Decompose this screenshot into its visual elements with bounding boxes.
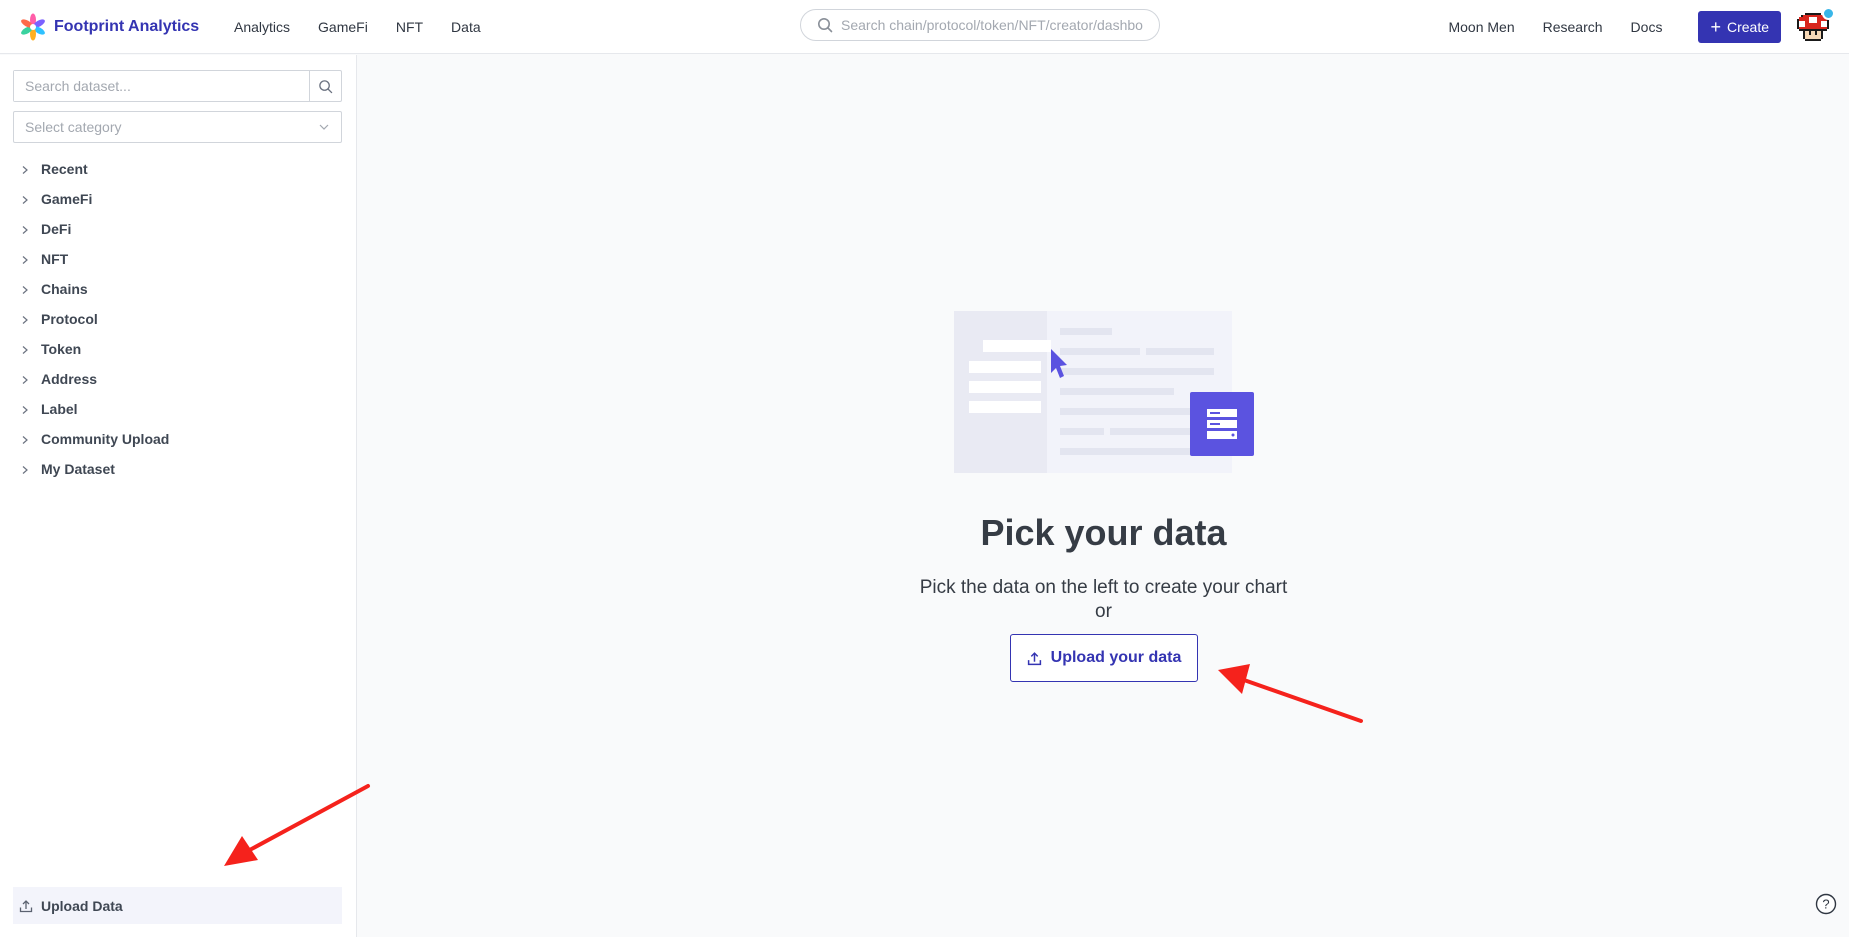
- right-nav: Moon Men Research Docs + Create: [1448, 0, 1849, 54]
- create-button[interactable]: + Create: [1698, 11, 1781, 43]
- search-icon: [818, 18, 833, 33]
- tree-item-token[interactable]: Token: [0, 334, 357, 364]
- tree-item-label: Chains: [41, 281, 88, 297]
- tree-item-address[interactable]: Address: [0, 364, 357, 394]
- chevron-right-icon: [22, 226, 28, 234]
- upload-icon: [1027, 651, 1041, 665]
- tree-item-protocol[interactable]: Protocol: [0, 304, 357, 334]
- nav-docs[interactable]: Docs: [1631, 19, 1663, 35]
- tree-item-label: Community Upload: [41, 431, 170, 447]
- help-icon[interactable]: ?: [1815, 893, 1837, 915]
- upload-data-button[interactable]: Upload Data: [13, 887, 342, 924]
- tree-item-label: Token: [41, 341, 82, 357]
- tree-item-label: Address: [41, 371, 98, 387]
- dataset-search[interactable]: [13, 70, 342, 102]
- tree-item-label: DeFi: [41, 221, 72, 237]
- tree-item-community-upload[interactable]: Community Upload: [0, 424, 357, 454]
- chevron-right-icon: [22, 316, 28, 324]
- svg-text:?: ?: [1822, 897, 1829, 912]
- pick-data-illustration: [954, 311, 1254, 473]
- chevron-right-icon: [22, 196, 28, 204]
- plus-icon: +: [1710, 17, 1721, 37]
- global-search[interactable]: [800, 9, 1160, 41]
- upload-icon: [19, 899, 33, 912]
- nav-nft[interactable]: NFT: [396, 19, 423, 35]
- tree-item-my-dataset[interactable]: My Dataset: [0, 454, 357, 484]
- chevron-right-icon: [22, 406, 28, 414]
- chevron-right-icon: [22, 376, 28, 384]
- upload-your-data-label: Upload your data: [1050, 649, 1182, 666]
- main-nav: Analytics GameFi NFT Data: [234, 0, 509, 54]
- dataset-sidebar: Select category Recent GameFi DeFi NFT C…: [0, 55, 357, 937]
- nav-gamefi[interactable]: GameFi: [318, 19, 368, 35]
- tree-item-chains[interactable]: Chains: [0, 274, 357, 304]
- dataset-search-button[interactable]: [309, 71, 341, 101]
- subtitle-or: or: [1095, 601, 1112, 622]
- page-title: Pick your data: [980, 512, 1227, 553]
- top-nav-bar: Footprint Analytics Analytics GameFi NFT…: [0, 0, 1849, 54]
- chevron-right-icon: [22, 466, 28, 474]
- tree-item-recent[interactable]: Recent: [0, 154, 357, 184]
- upload-your-data-button[interactable]: Upload your data: [1010, 634, 1198, 682]
- chevron-right-icon: [22, 256, 28, 264]
- notification-badge: [1822, 7, 1835, 20]
- dataset-search-input[interactable]: [14, 71, 309, 101]
- tree-item-defi[interactable]: DeFi: [0, 214, 357, 244]
- upload-data-label: Upload Data: [41, 897, 123, 914]
- dataset-tree: Recent GameFi DeFi NFT Chains Protocol T…: [0, 154, 357, 484]
- user-avatar[interactable]: [1797, 7, 1835, 43]
- category-select[interactable]: Select category: [13, 111, 342, 143]
- chevron-down-icon: [319, 124, 329, 130]
- tree-item-label: Protocol: [41, 311, 98, 327]
- chevron-right-icon: [22, 286, 28, 294]
- search-icon: [319, 79, 333, 93]
- subtitle-text: Pick the data on the left to create your…: [919, 577, 1288, 598]
- tree-item-label: My Dataset: [41, 461, 115, 477]
- tree-item-label: GameFi: [41, 191, 93, 207]
- tree-item-label-category[interactable]: Label: [0, 394, 357, 424]
- chevron-right-icon: [22, 166, 28, 174]
- nav-research[interactable]: Research: [1543, 19, 1603, 35]
- tree-item-gamefi[interactable]: GameFi: [0, 184, 357, 214]
- create-button-label: Create: [1726, 19, 1769, 35]
- chevron-right-icon: [22, 346, 28, 354]
- brand-logo[interactable]: Footprint Analytics: [18, 12, 199, 42]
- nav-moon-men[interactable]: Moon Men: [1448, 19, 1514, 35]
- tree-item-label: NFT: [41, 251, 69, 267]
- tree-item-nft[interactable]: NFT: [0, 244, 357, 274]
- footprint-logo-icon: [21, 13, 45, 41]
- nav-data[interactable]: Data: [451, 19, 481, 35]
- page-subtitle: Pick the data on the left to create your…: [358, 576, 1849, 624]
- tree-item-label: Recent: [41, 161, 88, 177]
- chevron-right-icon: [22, 436, 28, 444]
- global-search-input[interactable]: [841, 17, 1151, 33]
- nav-analytics[interactable]: Analytics: [234, 19, 290, 35]
- brand-name: Footprint Analytics: [54, 18, 200, 35]
- tree-item-label: Label: [41, 401, 78, 417]
- main-content: Pick your data Pick the data on the left…: [358, 55, 1849, 937]
- category-select-placeholder: Select category: [25, 119, 122, 135]
